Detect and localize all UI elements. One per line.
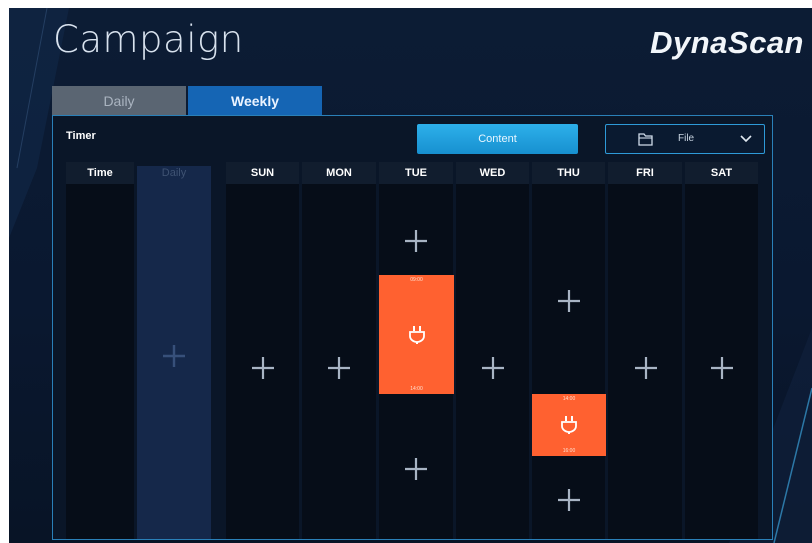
folder-icon <box>638 133 653 146</box>
schedule-event-thu[interactable]: 14:00 16:00 <box>532 394 606 456</box>
header-time: Time <box>66 162 134 184</box>
plug-icon <box>408 325 425 344</box>
tab-daily[interactable]: Daily <box>52 86 186 115</box>
add-slot-icon[interactable] <box>403 228 429 254</box>
page-title: Campaign <box>53 18 244 61</box>
chevron-down-icon <box>740 135 752 143</box>
event-start-time: 14:00 <box>562 396 576 402</box>
content-button[interactable]: Content <box>417 124 578 154</box>
schedule-event-tue[interactable]: 09:00 14:00 <box>379 275 454 394</box>
plug-icon <box>561 416 577 434</box>
event-end-time: 16:00 <box>562 448 576 454</box>
file-label: File <box>678 133 695 144</box>
add-slot-icon[interactable] <box>633 355 659 381</box>
header-sat: SAT <box>685 162 758 184</box>
event-start-time: 09:00 <box>410 277 423 283</box>
event-end-time: 14:00 <box>410 386 423 392</box>
header-mon: MON <box>302 162 376 184</box>
add-slot-icon[interactable] <box>161 343 187 369</box>
add-slot-icon[interactable] <box>556 487 582 513</box>
add-slot-icon[interactable] <box>556 288 582 314</box>
add-slot-icon[interactable] <box>326 355 352 381</box>
header-wed: WED <box>456 162 529 184</box>
tab-weekly[interactable]: Weekly <box>188 86 322 115</box>
schedule-panel: Timer Content File Time Daily SUN MON TU… <box>52 115 773 540</box>
header-fri: FRI <box>608 162 682 184</box>
header-daily: Daily <box>161 167 187 179</box>
file-dropdown[interactable]: File <box>605 124 765 154</box>
add-slot-icon[interactable] <box>480 355 506 381</box>
brand-logo: DynaScan <box>650 25 804 60</box>
header-tue: TUE <box>379 162 453 184</box>
add-slot-icon[interactable] <box>250 355 276 381</box>
day-column-thu[interactable] <box>532 184 605 539</box>
header-sun: SUN <box>226 162 299 184</box>
app-screen: Campaign DynaScan Daily Weekly Timer Con… <box>9 8 812 543</box>
header-thu: THU <box>532 162 605 184</box>
timer-label: Timer <box>66 130 96 142</box>
time-column <box>66 184 134 539</box>
add-slot-icon[interactable] <box>709 355 735 381</box>
add-slot-icon[interactable] <box>403 456 429 482</box>
